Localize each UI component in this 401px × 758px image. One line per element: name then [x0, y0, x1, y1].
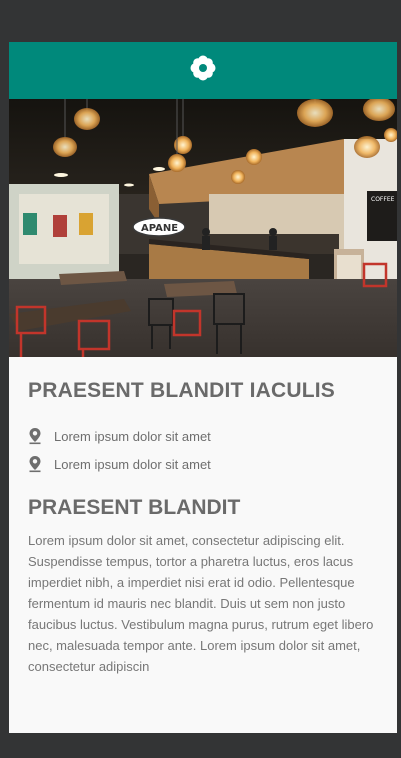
- location-text: Lorem ipsum dolor sit amet: [54, 428, 211, 444]
- section-body-text: Lorem ipsum dolor sit amet, consectetur …: [28, 533, 374, 674]
- section-title: PRAESENT BLANDIT IACULIS: [28, 379, 335, 402]
- hero-board-text: COFFEE: [371, 196, 395, 203]
- hero-sign-text: APANE: [141, 223, 178, 234]
- location-pin-icon: [29, 428, 41, 445]
- cafe-hero-image: COFFEE APANE: [9, 99, 397, 357]
- location-item[interactable]: Lorem ipsum dolor sit amet: [28, 422, 378, 450]
- content-section: PRAESENT BLANDIT IACULIS Lorem ipsum dol…: [9, 357, 397, 677]
- location-text: Lorem ipsum dolor sit amet: [54, 456, 211, 472]
- flower-icon[interactable]: [189, 54, 217, 87]
- location-list: Lorem ipsum dolor sit amet Lorem ipsum d…: [28, 422, 378, 478]
- location-pin-icon: [29, 456, 41, 473]
- section-subtitle: PRAESENT BLANDIT: [28, 496, 241, 519]
- app-header: [9, 42, 397, 99]
- location-item[interactable]: Lorem ipsum dolor sit amet: [28, 450, 378, 478]
- phone-screen: COFFEE APANE PRAESENT BLANDIT IACULIS Lo…: [9, 42, 397, 733]
